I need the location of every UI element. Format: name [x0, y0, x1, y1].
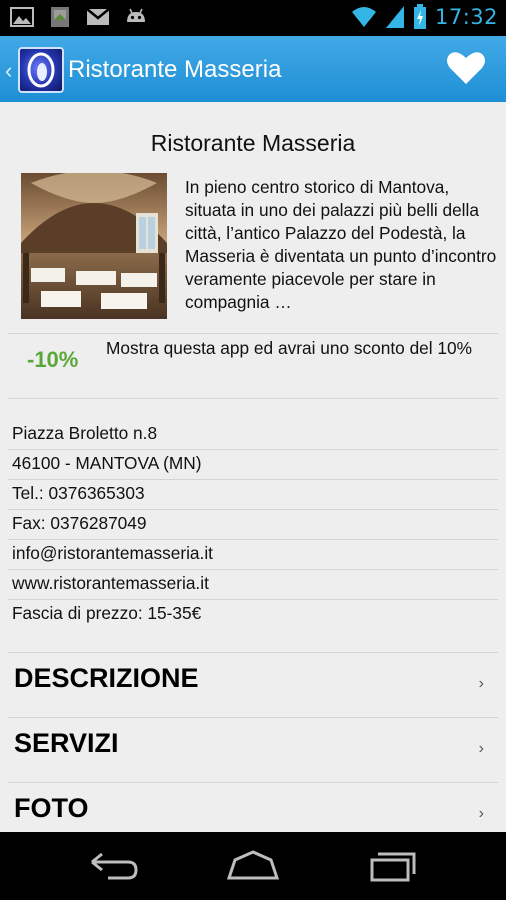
restaurant-name: Ristorante Masseria: [150, 130, 356, 156]
info-website[interactable]: www.ristorantemasseria.it: [12, 573, 209, 594]
home-nav-icon[interactable]: [225, 848, 281, 884]
navigation-bar: [0, 832, 506, 900]
chevron-right-icon: ›: [478, 740, 484, 757]
section-foto[interactable]: FOTO ›: [8, 783, 498, 832]
divider: [8, 569, 498, 570]
battery-icon: [413, 4, 426, 29]
info-price-range: Fascia di prezzo: 15-35€: [12, 603, 202, 623]
restaurant-description: In pieno centro storico di Mantova, situ…: [185, 177, 497, 312]
wifi-icon: [351, 7, 376, 27]
signal-icon: [385, 6, 404, 28]
recents-nav-icon[interactable]: [364, 848, 420, 884]
gmail-icon: [86, 8, 110, 25]
restaurant-detail: Ristorante Masseria In pieno centro stor…: [0, 102, 506, 832]
divider: [8, 398, 498, 399]
chevron-right-icon: ›: [478, 805, 484, 822]
divider: [8, 509, 498, 510]
info-address: Piazza Broletto n.8: [12, 423, 158, 443]
divider: [8, 449, 498, 450]
info-fax: Fax: 0376287049: [12, 513, 147, 533]
discount-badge: -10%: [27, 347, 79, 372]
status-time: 17:32: [434, 5, 498, 29]
section-label: FOTO: [14, 793, 89, 823]
section-descrizione[interactable]: DESCRIZIONE ›: [8, 653, 498, 717]
chevron-right-icon: ›: [478, 675, 484, 692]
status-bar: 17:32: [0, 0, 506, 36]
back-chevron-icon[interactable]: ‹: [5, 58, 12, 84]
action-bar: ‹ Ristorante Masseria: [0, 36, 506, 102]
divider: [8, 479, 498, 480]
section-label: SERVIZI: [14, 728, 119, 758]
discount-text: Mostra questa app ed avrai uno sconto de…: [106, 338, 473, 358]
info-email[interactable]: info@ristorantemasseria.it: [12, 543, 213, 564]
section-label: DESCRIZIONE: [14, 663, 199, 693]
back-nav-icon[interactable]: [86, 848, 142, 884]
app-logo-icon[interactable]: [18, 47, 64, 93]
section-servizi[interactable]: SERVIZI ›: [8, 718, 498, 782]
image-icon: [10, 7, 34, 27]
info-city: 46100 - MANTOVA (MN): [12, 453, 202, 473]
divider: [8, 333, 498, 334]
restaurant-photo[interactable]: [21, 173, 167, 319]
action-bar-title: Ristorante Masseria: [68, 56, 282, 83]
android-icon: [127, 8, 145, 22]
divider: [8, 599, 498, 600]
info-phone[interactable]: Tel.: 0376365303: [12, 483, 145, 504]
divider: [8, 539, 498, 540]
heart-icon[interactable]: [446, 50, 486, 86]
sd-card-icon: [51, 7, 69, 27]
